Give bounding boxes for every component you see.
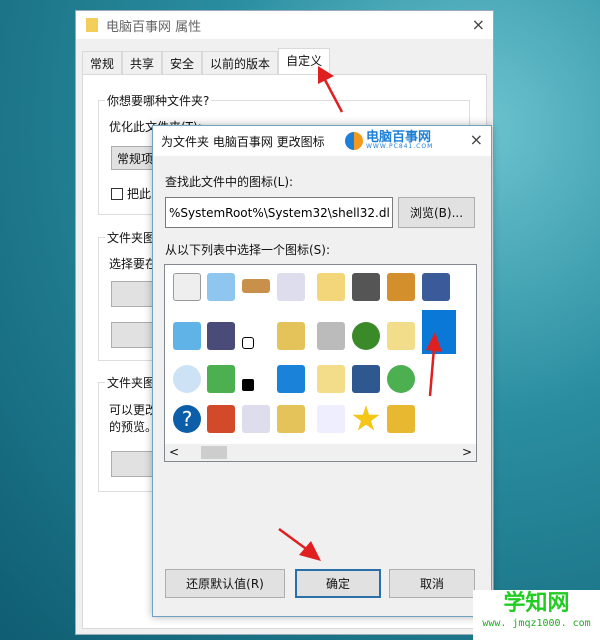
- folder-tools-icon[interactable]: [277, 405, 305, 433]
- ok-button[interactable]: 确定: [295, 569, 381, 598]
- dialog-title: 为文件夹 电脑百事网 更改图标: [161, 134, 325, 149]
- tab-security[interactable]: 安全: [162, 51, 203, 74]
- scroll-right-icon[interactable]: >: [462, 445, 472, 459]
- window-icon[interactable]: [207, 273, 235, 301]
- folder-network-icon[interactable]: [277, 322, 305, 350]
- restore-default-button[interactable]: 还原默认值(R): [165, 569, 285, 598]
- dialog-title-bar: 为文件夹 电脑百事网 更改图标 电脑百事网 WWW.PC841.COM ×: [153, 126, 491, 156]
- window-title: 电脑百事网 属性: [106, 19, 202, 35]
- printer-folder-icon[interactable]: [317, 322, 345, 350]
- horizontal-scrollbar[interactable]: < >: [165, 444, 476, 461]
- close-icon[interactable]: ×: [470, 130, 483, 149]
- cancel-button[interactable]: 取消: [389, 569, 475, 598]
- tree-icon[interactable]: [352, 322, 380, 350]
- network-back-icon[interactable]: [207, 365, 235, 393]
- group-label: 文件夹图: [105, 229, 158, 246]
- lock-icon[interactable]: [387, 405, 415, 433]
- font-folder-icon[interactable]: [317, 365, 345, 393]
- shortcut-arrow-icon[interactable]: [242, 337, 254, 349]
- sync-icon[interactable]: [387, 365, 415, 393]
- logo-icon: [345, 131, 363, 150]
- power-icon[interactable]: [207, 405, 235, 433]
- logo: 电脑百事网 WWW.PC841.COM: [345, 131, 433, 150]
- red-arrow-icon: [318, 66, 344, 113]
- group-label: 文件夹图: [105, 374, 158, 391]
- browse-button[interactable]: 浏览(B)...: [398, 197, 475, 228]
- cd-drive-icon[interactable]: [352, 273, 380, 301]
- computer-icon[interactable]: [352, 365, 380, 393]
- recycle-bin-full-icon[interactable]: [277, 273, 305, 301]
- tab-sharing[interactable]: 共享: [122, 51, 163, 74]
- clock-badge-icon[interactable]: [242, 379, 254, 391]
- magnifier-icon[interactable]: [173, 365, 201, 393]
- find-label: 查找此文件中的图标(L):: [165, 175, 294, 189]
- folder-icon: [86, 18, 98, 32]
- red-arrow-icon: [426, 332, 442, 397]
- folder-up-icon[interactable]: [387, 322, 415, 350]
- file-path-input[interactable]: [165, 197, 393, 228]
- checkbox[interactable]: [111, 187, 123, 200]
- scrollbar-thumb[interactable]: [201, 446, 227, 459]
- scroll-left-icon[interactable]: <: [169, 445, 179, 459]
- red-arrow-icon: [278, 527, 321, 561]
- key-icon[interactable]: [387, 273, 415, 301]
- checkbox-label: 把此: [127, 187, 152, 201]
- document-clock-icon[interactable]: [173, 273, 201, 301]
- tab-bar: 常规 共享 安全 以前的版本 自定义: [82, 48, 331, 74]
- system-window-icon[interactable]: [422, 273, 450, 301]
- folder-grid-icon[interactable]: [317, 273, 345, 301]
- close-icon[interactable]: ×: [472, 15, 485, 34]
- help-icon[interactable]: ?: [173, 405, 201, 433]
- list-label: 从以下列表中选择一个图标(S):: [165, 243, 331, 257]
- watermark-title: 学知网: [503, 591, 570, 616]
- recycle-bin-icon[interactable]: [242, 405, 270, 433]
- group-label: 你想要哪种文件夹?: [105, 92, 212, 109]
- watermark: 学知网 www. jmqz1000. com: [473, 590, 600, 640]
- tab-previous-versions[interactable]: 以前的版本: [202, 51, 279, 74]
- logo-url: WWW.PC841.COM: [366, 143, 434, 150]
- desktop-icon[interactable]: [277, 365, 305, 393]
- title-bar: 电脑百事网 属性 ×: [76, 11, 493, 39]
- tab-general[interactable]: 常规: [82, 51, 123, 74]
- group-desc: 的预览。: [109, 420, 158, 434]
- sharing-hand-icon[interactable]: [242, 279, 270, 293]
- control-panel-icon[interactable]: [173, 322, 201, 350]
- watermark-url: www. jmqz1000. com: [482, 618, 591, 629]
- star-icon[interactable]: [352, 405, 380, 431]
- group-desc: 选择要在: [109, 257, 158, 271]
- monitor-icon[interactable]: [207, 322, 235, 350]
- group-desc: 可以更改: [109, 403, 158, 417]
- checklist-icon[interactable]: [317, 405, 345, 433]
